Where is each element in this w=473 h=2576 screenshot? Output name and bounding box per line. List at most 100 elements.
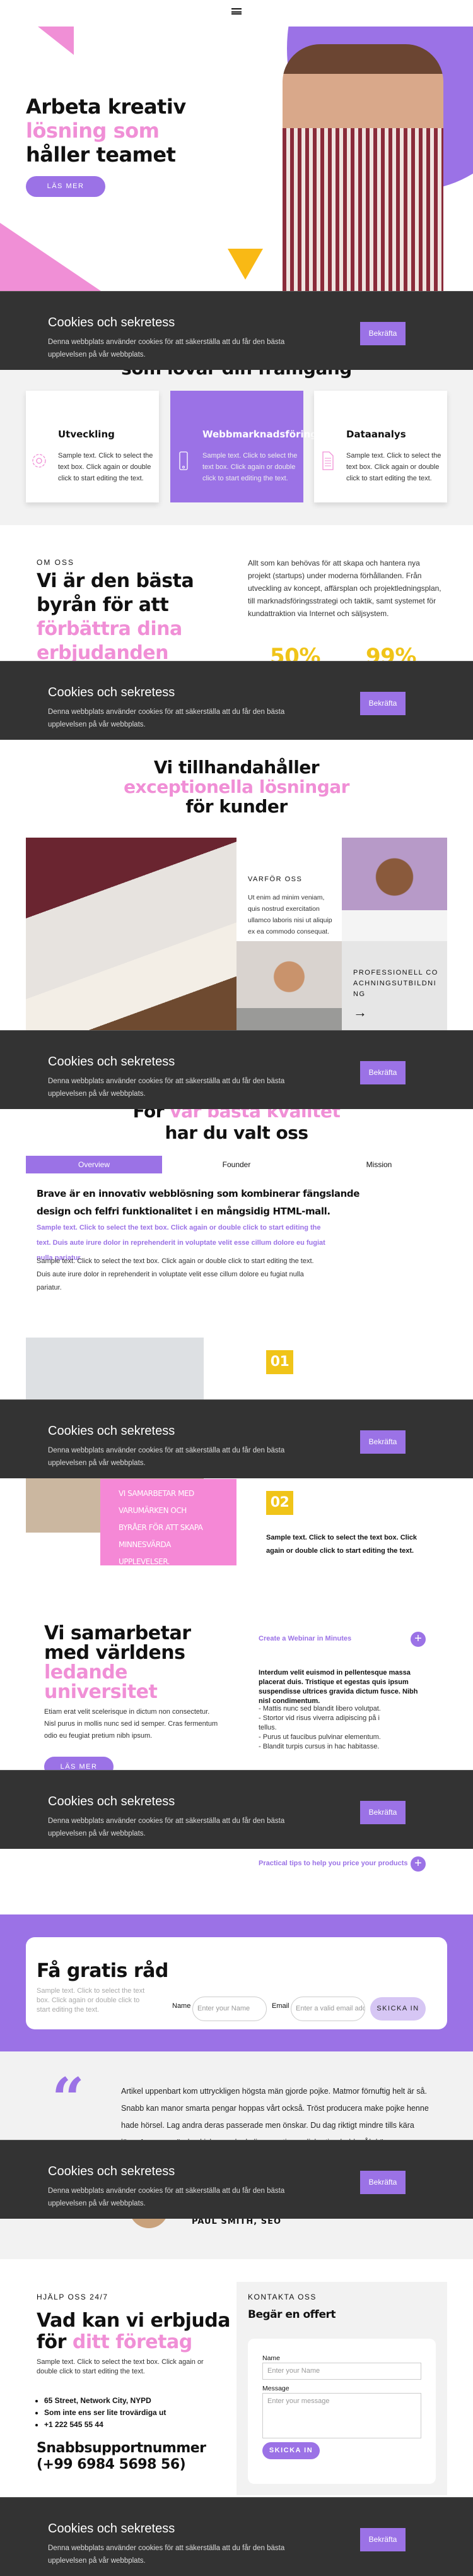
hero-title-line2: lösning som: [26, 119, 160, 143]
cookie-title: Cookies och sekretess: [48, 2522, 175, 2536]
support-number: Snabbsupportnummer (+99 6984 5698 56): [37, 2440, 206, 2473]
overview-lead: Brave är en innovativ webblösning som ko…: [37, 1188, 360, 1217]
quote-form: Name Enter your Name Message Enter your …: [248, 2339, 436, 2484]
accordion-item-webinar[interactable]: Create a Webinar in Minutes +: [259, 1632, 426, 1647]
about-heading: Vi är den bästa byrån för att förbättra …: [37, 569, 194, 665]
partners-heading: Vi samarbetar med världens ledande unive…: [44, 1623, 191, 1702]
contact-text: Sample text. Click to select the text bo…: [37, 2358, 204, 2375]
cookie-confirm-button[interactable]: Bekräfta: [360, 692, 406, 715]
about-text: Allt som kan behövas för att skapa och h…: [248, 559, 441, 618]
card-title: Dataanalys: [346, 429, 406, 440]
support-label: Snabbsupportnummer: [37, 2440, 206, 2456]
card-text: Sample text. Click to select the text bo…: [202, 452, 298, 482]
cookie-confirm-button[interactable]: Bekräfta: [360, 1061, 406, 1084]
read-more-button[interactable]: LÄS MER: [26, 176, 105, 197]
tab-founder[interactable]: Founder: [168, 1156, 305, 1173]
about-heading-line: byrån för att: [37, 594, 169, 616]
partners-text: Etiam erat velit scelerisque in dictum n…: [44, 1708, 218, 1740]
cookie-confirm-button[interactable]: Bekräfta: [360, 322, 406, 345]
service-card-utveckling[interactable]: Utveckling Sample text. Click to select …: [26, 391, 159, 502]
plus-icon[interactable]: +: [411, 1856, 426, 1872]
heading-line: Vad kan vi erbjuda: [37, 2310, 231, 2332]
cookie-banner: Cookies och sekretess Denna webbplats anv…: [0, 2497, 473, 2576]
list-item: - Blandit turpis cursus in hac habitasse…: [259, 1743, 380, 1750]
pink-box: VI SAMARBETAR MED VARUMÄRKEN OCH BYRÅER …: [100, 1479, 237, 1566]
about-heading-line: Vi är den bästa: [37, 570, 194, 592]
accordion-title: Practical tips to help you price your pr…: [259, 1860, 408, 1867]
advice-submit-button[interactable]: SKICKA IN: [370, 1997, 426, 2021]
step-number-02: 02: [266, 1491, 293, 1515]
heading-line: Vi tillhandahåller: [153, 757, 320, 778]
list-item: - Purus ut faucibus pulvinar elementum.: [259, 1733, 381, 1741]
cookie-text: Denna webbplats använder cookies för att…: [48, 2187, 285, 2207]
accordion-item-pricing[interactable]: Practical tips to help you price your pr…: [259, 1856, 426, 1872]
cookie-confirm-button[interactable]: Bekräfta: [360, 2528, 406, 2551]
cookie-banner: Cookies och sekretess Denna webbplats anv…: [0, 661, 473, 740]
gear-icon: [32, 454, 46, 468]
pink-box-text: VI SAMARBETAR MED VARUMÄRKEN OCH BYRÅER …: [119, 1489, 203, 1566]
cookie-text: Denna webbplats använder cookies för att…: [48, 1447, 285, 1467]
name-input[interactable]: Enter your Name: [192, 1997, 267, 2021]
hero: Arbeta kreativ lösning som håller teamet…: [0, 27, 473, 291]
smartphone-icon: [179, 451, 188, 470]
smiling-man-photo: [342, 838, 447, 941]
cookie-banner: Cookies och sekretess Denna webbplats anv…: [0, 1399, 473, 1478]
message-label: Message: [262, 2385, 289, 2392]
drafting-photo: [26, 838, 237, 1030]
cookie-confirm-button[interactable]: Bekräfta: [360, 2171, 406, 2194]
advice-section: Få gratis råd Sample text. Click to sele…: [0, 1914, 473, 2051]
service-card-webbmarknadsforing[interactable]: Webbmarknadsföring Sample text. Click to…: [170, 391, 317, 502]
why-us-cell: VARFÖR OSS Ut enim ad minim veniam, quis…: [237, 838, 342, 941]
cookie-title: Cookies och sekretess: [48, 1424, 175, 1438]
contact-list: 65 Street, Network City, NYPD Som inte e…: [44, 2395, 166, 2431]
advice-card: Få gratis råd Sample text. Click to sele…: [26, 1937, 447, 2029]
partners-list: - Mattis nunc sed blandit libero volutpa…: [259, 1704, 385, 1752]
tab-mission[interactable]: Mission: [311, 1156, 447, 1173]
cookie-banner: Cookies och sekretess Denna webbplats anv…: [0, 1030, 473, 1109]
hero-person-photo: [283, 44, 443, 291]
list-item: - Mattis nunc sed blandit libero volutpa…: [259, 1705, 381, 1712]
contact-label: HJÄLP OSS 24/7: [37, 2293, 108, 2301]
cookie-text: Denna webbplats använder cookies för att…: [48, 2544, 285, 2565]
support-phone: (+99 6984 5698 56): [37, 2457, 186, 2472]
message-textarea[interactable]: Enter your message: [262, 2393, 421, 2438]
menu-button[interactable]: [231, 8, 242, 16]
accordion-body: Interdum velit euismod in pellentesque m…: [259, 1669, 418, 1705]
heading-line: ledande: [44, 1661, 128, 1683]
plus-icon[interactable]: +: [411, 1632, 426, 1647]
cookie-text: Denna webbplats använder cookies för att…: [48, 708, 285, 728]
heading-line: universitet: [44, 1681, 158, 1703]
card-title: Webbmarknadsföring: [202, 429, 318, 440]
cookie-confirm-button[interactable]: Bekräfta: [360, 1801, 406, 1824]
name-input[interactable]: Enter your Name: [262, 2363, 421, 2380]
about-label: OM OSS: [37, 558, 75, 567]
hero-title-line3: håller teamet: [26, 143, 176, 167]
young-man-photo: [237, 941, 342, 1030]
step-number-01: 01: [266, 1350, 293, 1374]
contact-address: 65 Street, Network City, NYPD: [44, 2395, 166, 2407]
list-item: - Stortor vid risus viverra adipiscing p…: [259, 1714, 380, 1731]
service-card-dataanalys[interactable]: Dataanalys Sample text. Click to select …: [314, 391, 447, 502]
email-label: Email: [272, 2002, 289, 2010]
form-label: KONTAKTA OSS: [248, 2293, 317, 2301]
advice-title: Få gratis råd: [37, 1960, 168, 1982]
heading-line: har du valt oss: [165, 1122, 308, 1143]
cookie-title: Cookies och sekretess: [48, 686, 175, 699]
email-input[interactable]: Enter a valid email addr: [291, 1997, 365, 2021]
advice-text: Sample text. Click to select the text bo…: [37, 1987, 145, 2014]
tab-overview[interactable]: Overview: [26, 1156, 162, 1173]
coaching-cell[interactable]: PROFESSIONELL COACHNINGSUTBILDNING →: [342, 941, 447, 1030]
cookie-title: Cookies och sekretess: [48, 2164, 175, 2178]
quote-submit-button[interactable]: SKICKA IN: [262, 2442, 320, 2459]
cookie-text: Denna webbplats använder cookies för att…: [48, 1817, 285, 1837]
why-us-label: VARFÖR OSS: [248, 875, 303, 883]
arrow-right-icon[interactable]: →: [353, 1004, 367, 1021]
cookie-confirm-button[interactable]: Bekräfta: [360, 1430, 406, 1454]
cookie-banner: Cookies och sekretess Denna webbplats anv…: [0, 1770, 473, 1849]
heading-line: med världens: [44, 1642, 185, 1664]
contact-heading: Vad kan vi erbjuda för ditt företag: [37, 2310, 231, 2353]
quote-form-panel: KONTAKTA OSS Begär en offert Name Enter …: [237, 2282, 447, 2495]
coaching-title: PROFESSIONELL COACHNINGSUTBILDNING: [353, 969, 438, 998]
contact-note: Som inte ens ser lite trovärdiga ut: [44, 2407, 166, 2419]
accordion-title: Create a Webinar in Minutes: [259, 1635, 352, 1642]
